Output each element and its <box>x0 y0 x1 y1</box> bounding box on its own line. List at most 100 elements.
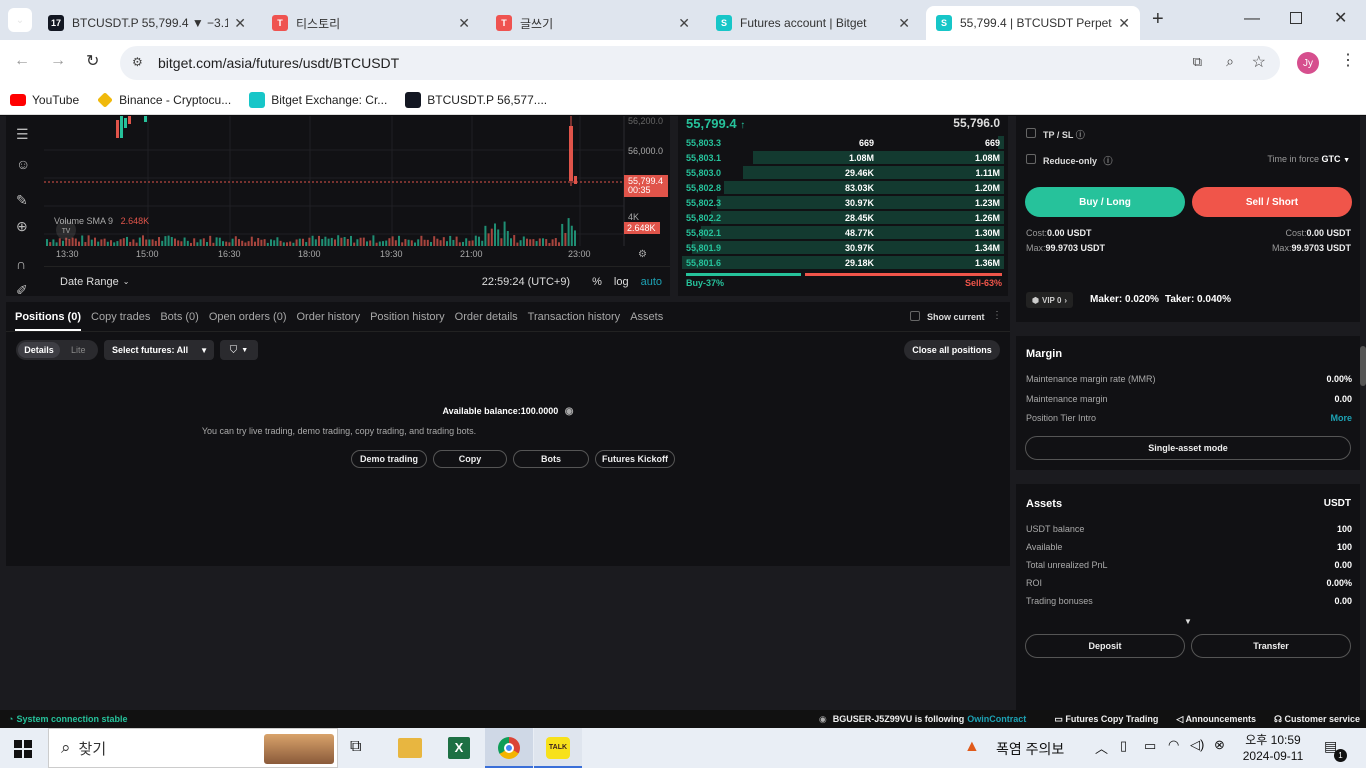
file-explorer-icon[interactable] <box>398 738 422 758</box>
close-icon[interactable]: ✕ <box>898 15 910 32</box>
tab-2[interactable]: T 글쓰기 ✕ <box>486 6 700 40</box>
site-settings-icon[interactable]: ⚙ <box>132 55 143 69</box>
bookmark-youtube[interactable]: YouTube <box>10 93 79 107</box>
percent-toggle[interactable]: % <box>592 276 602 288</box>
info-icon[interactable]: ⓘ <box>1104 156 1113 166</box>
close-icon[interactable]: ✕ <box>234 15 246 32</box>
tab-3[interactable]: S Futures account | Bitget ✕ <box>706 6 920 40</box>
bookmark-star-icon[interactable]: ☆ <box>1252 52 1266 72</box>
tab-4-active[interactable]: S 55,799.4 | BTCUSDT Perpetu ✕ <box>926 6 1140 40</box>
positions-tab-3[interactable]: Open orders (0) <box>209 311 287 323</box>
weather-warning-icon[interactable]: ▲ <box>964 738 980 756</box>
positions-action-2[interactable]: Bots <box>513 450 589 468</box>
more-dots-icon[interactable]: ⋮ <box>992 310 1002 321</box>
chrome-taskbar-button[interactable] <box>485 728 533 768</box>
positions-action-3[interactable]: Futures Kickoff <box>595 450 675 468</box>
profile-avatar[interactable]: Jy <box>1297 52 1319 74</box>
close-icon[interactable]: ✕ <box>678 15 690 32</box>
bookmark-bitget[interactable]: Bitget Exchange: Cr... <box>249 91 387 108</box>
tray-chevron-up-icon[interactable]: ︿ <box>1095 738 1108 757</box>
select-futures-dropdown[interactable]: Select futures: All ▼ <box>104 340 214 360</box>
weather-text[interactable]: 폭염 주의보 <box>996 739 1064 759</box>
eye-icon[interactable]: ◉ <box>565 406 574 417</box>
positions-tab-4[interactable]: Order history <box>297 311 361 323</box>
show-current-checkbox[interactable] <box>910 311 920 321</box>
orderbook-row[interactable]: 55,803.3 669 669 <box>682 135 1004 150</box>
positions-tab-7[interactable]: Transaction history <box>528 311 621 323</box>
positions-tab-6[interactable]: Order details <box>455 311 518 323</box>
tab-search-chevron-icon[interactable]: ⌄ <box>8 8 32 32</box>
positions-action-0[interactable]: Demo trading <box>351 450 427 468</box>
log-toggle[interactable]: log <box>614 276 629 288</box>
transfer-button[interactable]: Transfer <box>1191 634 1351 658</box>
tray-device-icon[interactable]: ▯ <box>1120 738 1127 754</box>
bookmark-tradingview[interactable]: BTCUSDT.P 56,577.... <box>405 91 547 108</box>
positions-tab-5[interactable]: Position history <box>370 311 445 323</box>
sell-short-button[interactable]: Sell / Short <box>1192 187 1352 217</box>
positions-action-1[interactable]: Copy <box>433 450 507 468</box>
orderbook-row[interactable]: 55,803.1 1.08M 1.08M <box>682 150 1004 165</box>
positions-tab-2[interactable]: Bots (0) <box>160 311 199 323</box>
reduce-only-checkbox[interactable] <box>1026 154 1036 164</box>
zoom-icon[interactable]: ⌕ <box>1226 53 1234 70</box>
excel-icon[interactable]: X <box>448 737 470 759</box>
window-close-icon[interactable]: ✕ <box>1334 8 1347 28</box>
url-bar[interactable]: ⚙ bitget.com/asia/futures/usdt/BTCUSDT ⧉… <box>120 46 1280 80</box>
orderbook-row[interactable]: 55,802.3 30.97K 1.23M <box>682 195 1004 210</box>
battery-icon[interactable]: ▭ <box>1144 738 1156 754</box>
single-asset-mode-button[interactable]: Single-asset mode <box>1025 436 1351 460</box>
expand-caret-icon[interactable]: ▼ <box>1184 617 1192 626</box>
filter-button[interactable]: ⛉ ▼ <box>220 340 258 360</box>
kakaotalk-taskbar-button[interactable]: TALK <box>534 728 582 768</box>
vip-badge[interactable]: ⬢ VIP 0 › <box>1026 292 1074 308</box>
bookmark-binance[interactable]: Binance - Cryptocu... <box>97 91 231 108</box>
orderbook-row[interactable]: 55,802.2 28.45K 1.26M <box>682 210 1004 225</box>
windows-start-icon[interactable] <box>14 740 32 758</box>
mute-x-icon[interactable]: ⊗ <box>1214 737 1225 753</box>
right-scrollbar[interactable] <box>1360 346 1366 386</box>
emoji-icon[interactable]: ☺ <box>16 156 30 172</box>
auto-toggle[interactable]: auto <box>641 276 662 288</box>
price-chart[interactable]: 56,200.0 56,000.0 55,799.4 00:35 4K 2.648… <box>44 116 670 296</box>
tab-1[interactable]: T 티스토리 ✕ <box>262 6 480 40</box>
maximize-icon[interactable] <box>1290 12 1302 24</box>
volume-icon[interactable]: ◁) <box>1190 737 1204 753</box>
translate-icon[interactable]: ⧉ <box>1193 54 1202 70</box>
menu-kebab-icon[interactable]: ⋮ <box>1340 50 1356 70</box>
close-icon[interactable]: ✕ <box>458 15 470 32</box>
minimize-icon[interactable]: — <box>1244 10 1260 28</box>
wifi-icon[interactable]: ◠ <box>1168 737 1179 753</box>
date-range-button[interactable]: Date Range <box>60 276 119 288</box>
deposit-button[interactable]: Deposit <box>1025 634 1185 658</box>
buy-long-button[interactable]: Buy / Long <box>1025 187 1185 217</box>
orderbook-row[interactable]: 55,802.8 83.03K 1.20M <box>682 180 1004 195</box>
tpsl-checkbox[interactable] <box>1026 128 1036 138</box>
orderbook-row[interactable]: 55,803.0 29.46K 1.11M <box>682 165 1004 180</box>
lite-toggle[interactable]: Lite <box>71 345 86 355</box>
copy-trading-link[interactable]: ▭ Futures Copy Trading <box>1054 714 1158 725</box>
clock-date[interactable]: 2024-09-11 <box>1240 749 1306 763</box>
customer-service-link[interactable]: ☊ Customer service <box>1274 714 1360 725</box>
positions-tab-8[interactable]: Assets <box>630 311 663 323</box>
positions-tab-1[interactable]: Copy trades <box>91 311 150 323</box>
positions-tab-0[interactable]: Positions (0) <box>15 311 82 331</box>
magnet-icon[interactable]: ∩ <box>16 256 26 272</box>
close-all-positions-button[interactable]: Close all positions <box>904 340 1000 360</box>
clock-time[interactable]: 오후 10:59 <box>1240 731 1306 748</box>
pencil-lock-icon[interactable]: ✐ <box>16 282 28 299</box>
announcements-link[interactable]: ◁ Announcements <box>1176 714 1256 725</box>
new-tab-plus-icon[interactable]: + <box>1152 8 1164 31</box>
orderbook-row[interactable]: 55,802.1 48.77K 1.30M <box>682 225 1004 240</box>
follow-ticker-target[interactable]: OwinContract <box>967 714 1026 724</box>
forward-arrow-icon[interactable]: → <box>50 52 66 70</box>
info-icon[interactable]: ⓘ <box>1076 130 1085 140</box>
details-toggle[interactable]: Details <box>18 342 60 358</box>
ruler-icon[interactable]: ✎ <box>16 192 28 209</box>
time-in-force-select[interactable]: Time in force GTC ▼ <box>1267 154 1350 164</box>
close-icon[interactable]: ✕ <box>1118 15 1130 32</box>
reload-icon[interactable]: ↻ <box>86 51 99 71</box>
indicator-lines-icon[interactable]: ☰ <box>16 126 29 143</box>
task-view-icon[interactable]: ⧉ <box>350 738 361 756</box>
tab-0[interactable]: 17 BTCUSDT.P 55,799.4 ▼ −3.1 ✕ <box>38 6 256 40</box>
orderbook-row[interactable]: 55,801.6 29.18K 1.36M <box>682 255 1004 270</box>
